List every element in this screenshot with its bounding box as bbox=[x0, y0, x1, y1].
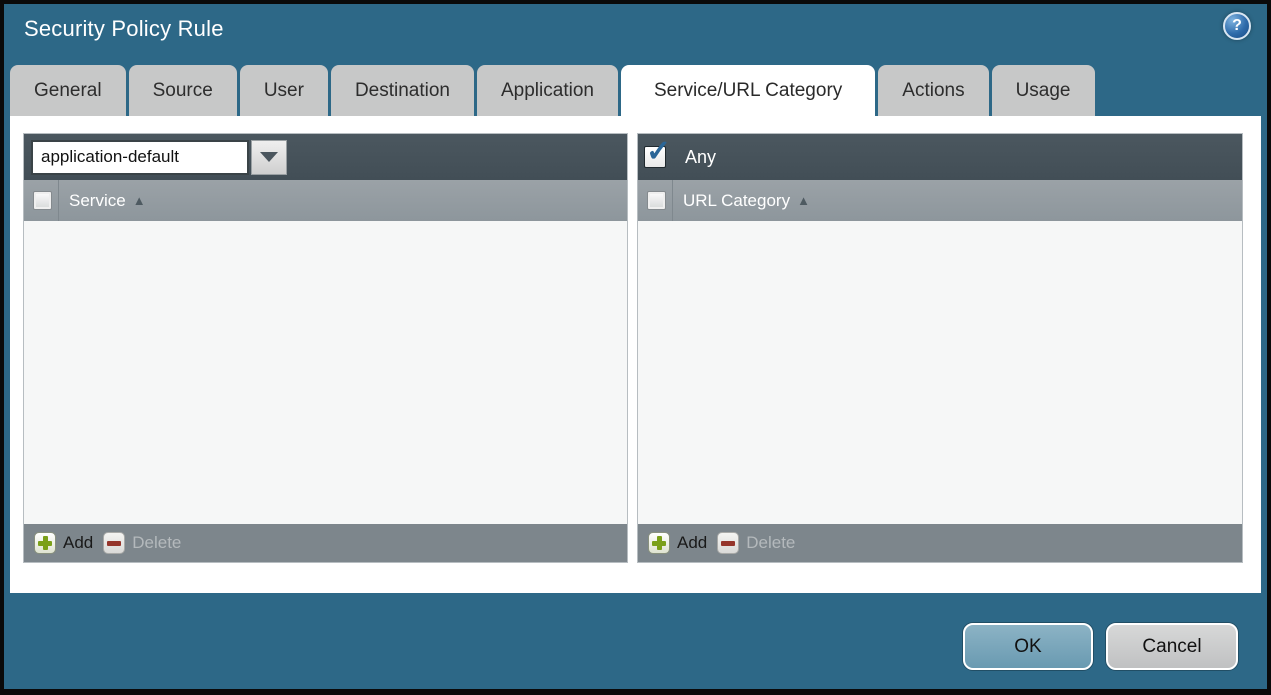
service-column-label[interactable]: Service bbox=[69, 191, 126, 211]
sort-asc-icon: ▲ bbox=[797, 193, 810, 208]
url-category-panel-footer: Add Delete bbox=[638, 524, 1242, 562]
service-delete-button[interactable]: Delete bbox=[103, 532, 181, 554]
tab-application[interactable]: Application bbox=[477, 65, 618, 116]
service-panel-footer: Add Delete bbox=[24, 524, 627, 562]
cancel-button[interactable]: Cancel bbox=[1106, 623, 1238, 670]
minus-icon bbox=[717, 532, 740, 554]
url-category-delete-button[interactable]: Delete bbox=[717, 532, 795, 554]
dialog-title: Security Policy Rule bbox=[24, 16, 224, 41]
ok-button[interactable]: OK bbox=[963, 623, 1093, 670]
service-column-header-row: Service ▲ bbox=[24, 180, 627, 221]
tab-content-service-url-category: Service ▲ Add Delete bbox=[10, 116, 1261, 593]
tab-actions[interactable]: Actions bbox=[878, 65, 989, 116]
url-category-panel: ✓ Any URL Category ▲ Add Delete bbox=[637, 133, 1243, 563]
service-select-all-checkbox[interactable] bbox=[33, 191, 52, 210]
tab-destination[interactable]: Destination bbox=[330, 65, 474, 116]
minus-icon bbox=[103, 532, 126, 554]
url-category-select-all-cell bbox=[641, 191, 672, 210]
service-panel: Service ▲ Add Delete bbox=[23, 133, 628, 563]
security-policy-rule-dialog: Security Policy Rule ? General Source Us… bbox=[0, 0, 1271, 695]
help-icon[interactable]: ? bbox=[1223, 12, 1251, 40]
service-list-body bbox=[24, 221, 627, 524]
service-type-combobox[interactable] bbox=[31, 139, 287, 175]
url-category-column-label[interactable]: URL Category bbox=[683, 191, 790, 211]
plus-icon bbox=[34, 532, 56, 554]
service-panel-header bbox=[24, 134, 627, 180]
url-category-any-label: Any bbox=[685, 146, 717, 167]
service-delete-label: Delete bbox=[132, 533, 182, 552]
service-type-dropdown-button[interactable] bbox=[251, 139, 287, 175]
url-category-column-header-row: URL Category ▲ bbox=[638, 180, 1242, 221]
tab-bar: General Source User Destination Applicat… bbox=[10, 65, 1098, 116]
url-category-any-checkbox[interactable]: ✓ bbox=[644, 137, 671, 168]
tab-service-url-category[interactable]: Service/URL Category bbox=[620, 65, 876, 116]
tab-user[interactable]: User bbox=[239, 65, 328, 116]
dialog-surface: Security Policy Rule ? General Source Us… bbox=[4, 4, 1267, 689]
url-category-list-body bbox=[638, 221, 1242, 524]
url-category-delete-label: Delete bbox=[746, 533, 796, 552]
sort-asc-icon: ▲ bbox=[132, 193, 146, 208]
tab-general[interactable]: General bbox=[10, 65, 126, 116]
url-category-add-label: Add bbox=[677, 533, 708, 552]
tab-usage[interactable]: Usage bbox=[991, 65, 1095, 116]
column-divider bbox=[672, 180, 673, 221]
service-type-input[interactable] bbox=[31, 139, 249, 175]
tab-source[interactable]: Source bbox=[128, 65, 237, 116]
url-category-panel-header: ✓ Any bbox=[638, 134, 1242, 180]
checkmark-icon: ✓ bbox=[646, 135, 672, 168]
service-add-button[interactable]: Add bbox=[34, 532, 93, 554]
plus-icon bbox=[648, 532, 670, 554]
chevron-down-icon bbox=[260, 152, 278, 162]
url-category-any-row: ✓ Any bbox=[644, 137, 717, 168]
url-category-add-button[interactable]: Add bbox=[648, 532, 707, 554]
column-divider bbox=[58, 180, 59, 221]
service-select-all-cell bbox=[27, 191, 58, 210]
service-add-label: Add bbox=[63, 533, 94, 552]
url-category-select-all-checkbox[interactable] bbox=[647, 191, 666, 210]
